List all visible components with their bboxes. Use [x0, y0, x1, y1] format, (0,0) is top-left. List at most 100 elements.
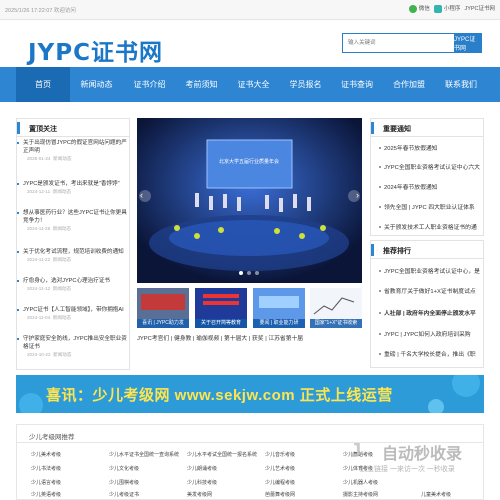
thumbnail-card[interactable]: 要闻 | 职业能力研: [253, 288, 305, 328]
news-meta: 2024-11-12 新闻动态: [27, 286, 72, 291]
recommend-link[interactable]: 芭蕾舞考级网: [265, 491, 295, 498]
recommend-link[interactable]: 少儿文化考级: [109, 465, 139, 472]
news-item[interactable]: 关于出现仿冒JYPC的假证官网站问题的严正声明 2025-01-24 新闻动态: [16, 139, 128, 162]
tag-link[interactable]: 获奖: [252, 336, 264, 342]
datetime-text: 2025/1/26 17:22:07 欢迎访问: [5, 8, 76, 14]
news-item[interactable]: 想从事医药行业？这些JYPC证书让你更具竞争力！ 2024-11-28 新闻动态: [16, 209, 128, 232]
nav-item-partner[interactable]: 合作加盟: [383, 67, 435, 102]
news-item[interactable]: 疗愈身心，选对JYPC心理治疗证书 2024-11-12 新闻动态: [16, 277, 128, 292]
recommend-link[interactable]: 少儿艺术考级: [265, 465, 295, 472]
watermark-logo-icon: J: [350, 440, 362, 462]
stage-screen-text: 北京大学五届行业质量年会: [219, 158, 279, 165]
bullet-icon: [379, 270, 381, 273]
main-nav: 首页 新闻动态 证书介绍 考前须知 证书大全 学员报名 证书查询 合作加盟 联系…: [0, 67, 500, 102]
news-item[interactable]: JYPC是颁发证书，考出来就是"香饽饽" 2024-12-11 新闻动态: [16, 180, 128, 195]
thumbnail-caption: 要闻 | 职业能力研: [253, 319, 305, 328]
recommend-link[interactable]: 少儿语言考级: [31, 479, 61, 486]
wechat-link[interactable]: 微信: [408, 4, 430, 13]
notice-item[interactable]: 2024年春节放假通知: [379, 182, 497, 191]
recommend-link[interactable]: 摄影主持考级网: [343, 491, 378, 498]
news-title[interactable]: 关于出现仿冒JYPC的假证官网站问题的严正声明: [16, 139, 128, 155]
site-logo[interactable]: JYPC证书网: [28, 33, 163, 67]
site-link[interactable]: JYPC证书网: [464, 4, 495, 12]
search-box: JYPC证书网: [342, 33, 482, 53]
recommend-link[interactable]: 儿童美术考级: [421, 491, 451, 498]
watermark-subtitle: 放上链接 一来访一次 一秒收录: [360, 466, 455, 473]
news-meta: 2024-12-11 新闻动态: [27, 189, 72, 194]
ranking-item[interactable]: 重磅 | 千名大学校长提合，推出《职: [379, 349, 497, 358]
news-title[interactable]: 想从事医药行业？这些JYPC证书让你更具竞争力！: [16, 209, 128, 225]
mini-program-link[interactable]: 小程序: [433, 4, 460, 13]
ranking-item[interactable]: JYPC全国职业资格考试认证中心，是: [379, 266, 497, 275]
notice-item[interactable]: 2025年春节放假通知: [379, 143, 497, 152]
news-title[interactable]: JYPC是颁发证书，考出来就是"香饽饽": [16, 180, 128, 188]
recommend-link[interactable]: 美发考级网: [187, 491, 212, 498]
news-item[interactable]: JYPC证书【人工智能领域】，带你拥抱AI 2024-11-04 新闻动态: [16, 306, 128, 321]
ranking-item[interactable]: 人社部 | 政府年内全面停止颁发水平: [379, 308, 497, 317]
recommend-link[interactable]: 少儿科技考级: [187, 479, 217, 486]
nav-item-cert-query[interactable]: 证书查询: [331, 67, 383, 102]
tag-row: JYPC考官们 | 健身教 | 瑜伽视频 | 第十届大 | 获奖 | 江苏省第十…: [137, 336, 304, 342]
notice-item[interactable]: 领先全国 | JYPC 四大职业认证体系: [379, 202, 497, 211]
thumbnail-caption: 关于召开简等教育: [195, 319, 247, 328]
nav-item-news[interactable]: 新闻动态: [70, 67, 123, 102]
ad-banner[interactable]: 喜讯：少儿考级网 www.sekjw.com 正式上线运营: [16, 375, 484, 413]
thumbnail-card[interactable]: 国家"1+X"证书收索: [310, 288, 362, 328]
panel-title: 重要通知: [383, 126, 411, 133]
bullet-icon: [379, 290, 381, 293]
news-item[interactable]: 关于优化考试流程，规范培训收费的通知 2024-11-22 新闻动态: [16, 248, 128, 263]
ranking-item[interactable]: 省教育厅关于做好1+X证书制度试点: [379, 286, 497, 295]
prev-arrow-icon[interactable]: ‹: [140, 190, 143, 200]
next-arrow-icon[interactable]: ›: [356, 190, 359, 200]
tag-link[interactable]: 瑜伽视频: [196, 336, 219, 342]
panel-title: 置顶关注: [29, 126, 57, 133]
header-accent: [371, 122, 374, 134]
tag-link[interactable]: 健身教: [174, 336, 191, 342]
watermark: J 自动秒收录 放上链接 一来访一次 一秒收录: [330, 440, 490, 486]
notice-item[interactable]: 关于颁发技术工人职业资格证书的通: [379, 222, 497, 231]
news-title[interactable]: 疗愈身心，选对JYPC心理治疗证书: [16, 277, 128, 285]
news-title[interactable]: JYPC证书【人工智能领域】，带你拥抱AI: [16, 306, 128, 314]
nav-item-home[interactable]: 首页: [16, 67, 70, 102]
ranking-item[interactable]: JYPC | JYPC如何入政府培训采购: [379, 329, 497, 338]
search-input[interactable]: [343, 34, 455, 52]
nav-item-signup[interactable]: 学员报名: [280, 67, 331, 102]
recommend-link[interactable]: 少儿编程考级: [265, 479, 295, 486]
tag-link[interactable]: 江苏省第十届: [268, 336, 303, 342]
mini-program-icon: [433, 4, 442, 13]
recommend-link[interactable]: 少儿水平证书全国统一查询系统: [109, 451, 179, 458]
ranking-panel: 推荐排行 JYPC全国职业资格考试认证中心，是 省教育厅关于做好1+X证书制度试…: [370, 240, 484, 368]
news-title[interactable]: 关于优化考试流程，规范培训收费的通知: [16, 248, 128, 256]
recommend-link[interactable]: 少儿围棋考级: [109, 479, 139, 486]
recommend-link[interactable]: 少儿美术考级: [31, 451, 61, 458]
thumbnail-image: [253, 288, 305, 319]
recommend-link[interactable]: 少儿水平考试全国统一报名系统: [187, 451, 257, 458]
recommend-link[interactable]: 少儿考级证书: [109, 491, 139, 498]
nav-item-cert-intro[interactable]: 证书介绍: [123, 67, 176, 102]
thumbnail-card[interactable]: 喜讯 | JYPC助力发: [137, 288, 189, 328]
thumbnail-image: [195, 288, 247, 319]
tag-link[interactable]: 第十届大: [224, 336, 247, 342]
recommend-link[interactable]: 少儿英语考级: [31, 491, 61, 498]
recommend-link[interactable]: 少儿朗诵考级: [187, 465, 217, 472]
notice-panel: 重要通知 2025年春节放假通知 JYPC全国职业资格考试认证中心六大 2024…: [370, 118, 484, 236]
news-meta: 2024-11-04 新闻动态: [27, 315, 72, 320]
nav-item-exam-notes[interactable]: 考前须知: [176, 67, 227, 102]
news-title[interactable]: 守护家庭安全防线，JYPC推出安全职业资格证书: [16, 335, 128, 351]
thumbnail-card[interactable]: 关于召开简等教育: [195, 288, 247, 328]
panel-header: 置顶关注: [17, 119, 129, 137]
nav-item-contact[interactable]: 联系我们: [435, 67, 487, 102]
recommend-link[interactable]: 少儿音乐考级: [265, 451, 295, 458]
recommend-link[interactable]: 少儿书法考级: [31, 465, 61, 472]
watermark-title: 自动秒收录: [382, 446, 463, 463]
header-accent: [371, 244, 374, 256]
bullet-icon: [379, 312, 381, 315]
search-button[interactable]: JYPC证书网: [454, 34, 481, 52]
thumbnail-image: [310, 288, 362, 319]
notice-item[interactable]: JYPC全国职业资格考试认证中心六大: [379, 162, 497, 171]
nav-item-cert-list[interactable]: 证书大全: [227, 67, 280, 102]
tag-link[interactable]: JYPC考官们: [137, 336, 169, 342]
news-item[interactable]: 守护家庭安全防线，JYPC推出安全职业资格证书 2024-10-22 新闻动态: [16, 335, 128, 358]
bullet-icon: [379, 147, 381, 150]
banner-carousel[interactable]: 北京大学五届行业质量年会 ‹ ›: [137, 118, 362, 283]
